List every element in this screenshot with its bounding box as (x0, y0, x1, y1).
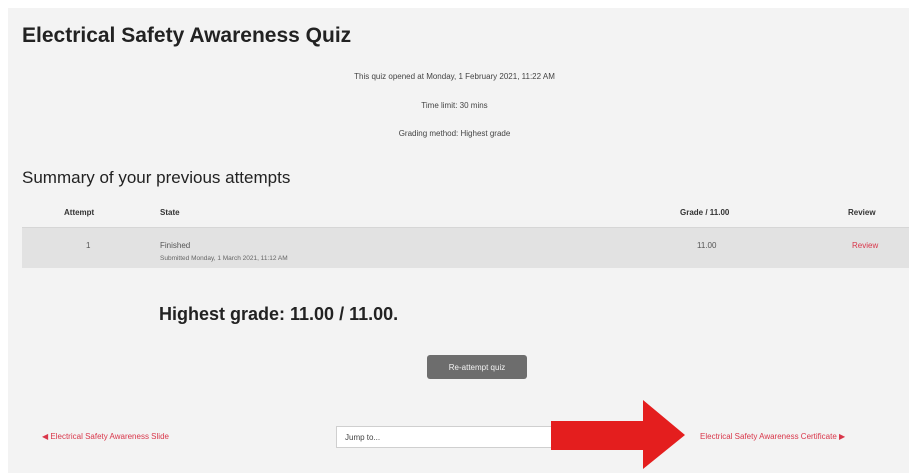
next-activity-link[interactable]: Electrical Safety Awareness Certificate … (700, 432, 845, 441)
triangle-left-icon: ◀ (42, 432, 49, 441)
reattempt-quiz-button[interactable]: Re-attempt quiz (427, 355, 527, 379)
jump-to-select[interactable]: Jump to... (336, 426, 558, 448)
page-title: Electrical Safety Awareness Quiz (22, 24, 352, 47)
column-header-attempt: Attempt (64, 208, 95, 217)
table-row (22, 228, 909, 268)
review-link[interactable]: Review (852, 241, 878, 250)
next-activity-label: Electrical Safety Awareness Certificate (700, 432, 837, 441)
attempt-number: 1 (86, 241, 91, 250)
red-arrow-icon (551, 400, 685, 469)
highest-grade: Highest grade: 11.00 / 11.00. (159, 304, 399, 324)
quiz-opened-info: This quiz opened at Monday, 1 February 2… (354, 72, 555, 81)
column-header-review: Review (848, 208, 876, 217)
previous-activity-label: Electrical Safety Awareness Slide (50, 432, 169, 441)
previous-activity-link[interactable]: ◀ Electrical Safety Awareness Slide (42, 432, 169, 441)
attempt-state: Finished (160, 241, 191, 250)
attempt-grade: 11.00 (697, 241, 717, 250)
time-limit-info: Time limit: 30 mins (421, 101, 488, 110)
summary-heading: Summary of your previous attempts (22, 168, 291, 187)
triangle-right-icon: ▶ (839, 432, 846, 441)
column-header-grade: Grade / 11.00 (680, 208, 730, 217)
column-header-state: State (160, 208, 180, 217)
attempt-submitted: Submitted Monday, 1 March 2021, 11:12 AM (160, 255, 288, 262)
grading-method-info: Grading method: Highest grade (398, 129, 511, 138)
